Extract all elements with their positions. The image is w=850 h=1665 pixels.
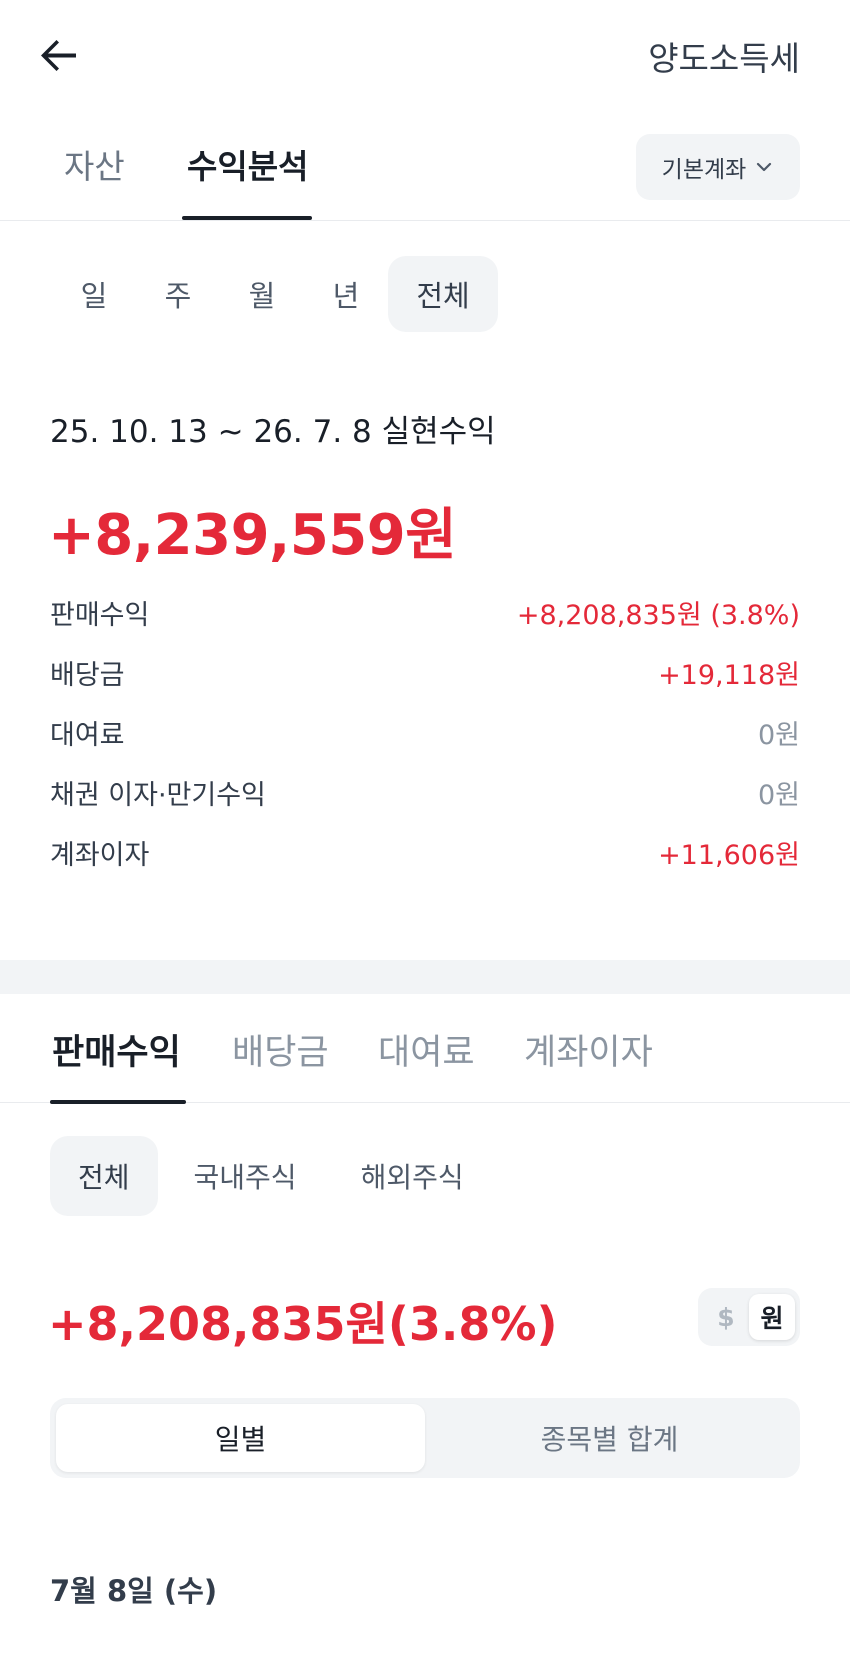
active-tab-indicator	[182, 216, 312, 220]
currency-usd-option[interactable]: $	[703, 1294, 749, 1340]
account-selector-button[interactable]: 기본계좌	[636, 134, 800, 200]
tab-sale-profit[interactable]: 판매수익	[52, 1024, 181, 1075]
detail-value: 0원	[757, 719, 800, 751]
header-title: 양도소득세	[648, 39, 800, 78]
market-all[interactable]: 전체	[50, 1136, 158, 1216]
detail-label: 배당금	[50, 659, 125, 691]
period-all[interactable]: 전체	[388, 256, 498, 332]
detail-row-sale-profit: 판매수익 +8,208,835원 (3.8%)	[50, 590, 800, 634]
active-tab-indicator	[50, 1100, 186, 1104]
market-overseas[interactable]: 해외주식	[333, 1136, 492, 1216]
period-filter: 일 주 월 년 전체	[52, 256, 498, 332]
detail-value: +11,606원	[658, 839, 800, 871]
period-year[interactable]: 년	[304, 256, 388, 332]
tab-dividend[interactable]: 배당금	[232, 1024, 329, 1075]
detail-label: 채권 이자·만기수익	[50, 779, 266, 811]
detail-label: 판매수익	[50, 599, 150, 631]
section-divider	[0, 960, 850, 994]
view-daily-option[interactable]: 일별	[56, 1404, 425, 1472]
tab-assets[interactable]: 자산	[64, 140, 125, 188]
tab-account-interest[interactable]: 계좌이자	[524, 1024, 653, 1075]
detail-value: +8,208,835원 (3.8%)	[516, 599, 800, 631]
view-mode-toggle: 일별 종목별 합계	[50, 1398, 800, 1478]
view-by-stock-option[interactable]: 종목별 합계	[425, 1404, 794, 1472]
top-tab-bar: 자산 수익분석 기본계좌	[0, 130, 850, 221]
period-week[interactable]: 주	[136, 256, 220, 332]
profit-type-tabs: 판매수익 배당금 대여료 계좌이자	[0, 1010, 850, 1104]
detail-row-account-interest: 계좌이자 +11,606원	[50, 830, 800, 874]
period-month[interactable]: 월	[220, 256, 304, 332]
tab-profit-analysis[interactable]: 수익분석	[187, 140, 308, 188]
chevron-down-icon	[757, 162, 772, 172]
total-realized-profit: +8,239,559원	[48, 503, 457, 568]
tab-lending-fee[interactable]: 대여료	[378, 1024, 475, 1075]
detail-value: 0원	[757, 779, 800, 811]
detail-row-bond-interest: 채권 이자·만기수익 0원	[50, 770, 800, 814]
currency-toggle: $ 원	[698, 1288, 800, 1346]
detail-value: +19,118원	[658, 659, 800, 691]
detail-label: 계좌이자	[50, 839, 150, 871]
back-button[interactable]	[30, 28, 86, 84]
period-day[interactable]: 일	[52, 256, 136, 332]
detail-row-lending-fee: 대여료 0원	[50, 710, 800, 754]
currency-krw-option[interactable]: 원	[749, 1294, 795, 1340]
detail-label: 대여료	[50, 719, 125, 751]
market-filter: 전체 국내주식 해외주식	[50, 1136, 492, 1216]
account-selector-label: 기본계좌	[661, 157, 747, 183]
market-domestic[interactable]: 국내주식	[166, 1136, 325, 1216]
date-heading: 7월 8일 (수)	[50, 1574, 218, 1608]
detail-row-dividend: 배당금 +19,118원	[50, 650, 800, 694]
sale-profit-amount: +8,208,835원(3.8%)	[48, 1297, 558, 1351]
arrow-left-icon	[41, 40, 76, 71]
realized-profit-range: 25. 10. 13 ~ 26. 7. 8 실현수익	[50, 414, 496, 450]
